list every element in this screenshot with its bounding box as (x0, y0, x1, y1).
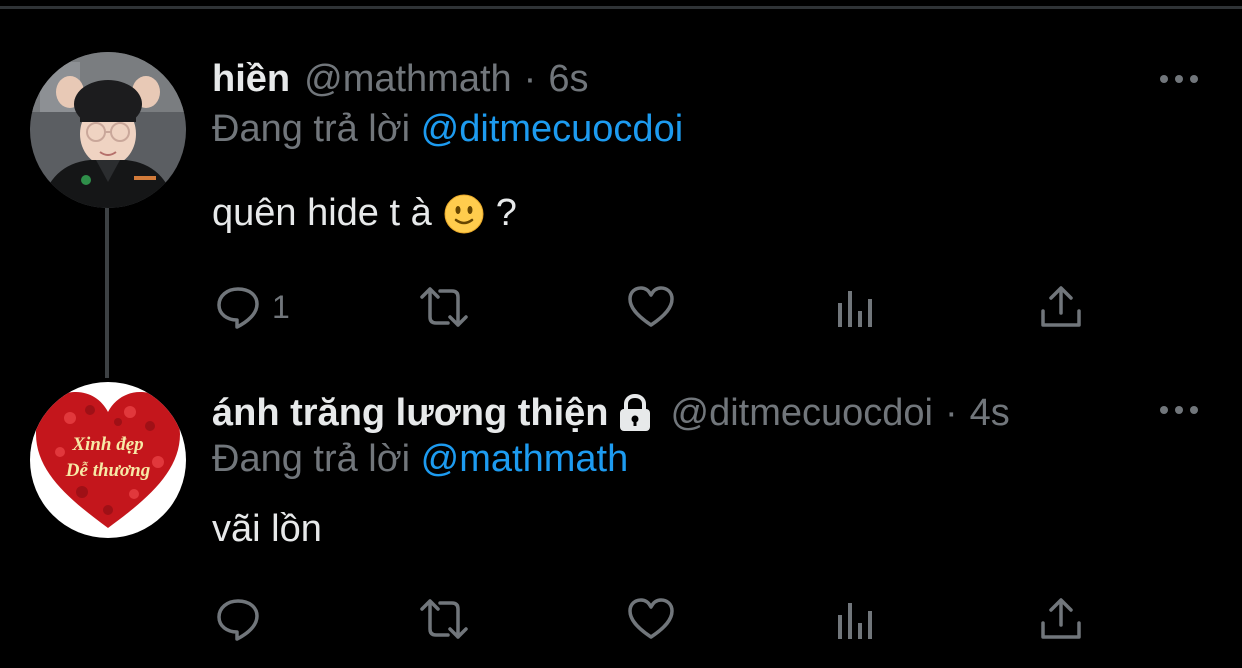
analytics-icon (838, 603, 872, 639)
user-handle[interactable]: @ditmecuocdoi (671, 392, 933, 435)
tweet-text: quên hide t à ? (212, 192, 517, 235)
analytics-icon (838, 291, 872, 327)
share-icon (1041, 286, 1081, 327)
tweet-header: ánh trăng lương thiện @ditmecuocdoi · 4s (212, 388, 1010, 438)
tweet-text-content: vãi lồn (212, 508, 322, 550)
reply-icon (217, 599, 259, 641)
display-name[interactable]: hiền (212, 58, 290, 101)
tweet-actions: 1 (212, 282, 1092, 332)
user-handle[interactable]: @mathmath (304, 58, 512, 101)
avatar-text-line1: Xinh đẹp (71, 434, 143, 455)
heart-icon (628, 598, 674, 639)
reply-icon (217, 287, 259, 329)
share-icon (1041, 598, 1081, 639)
avatar-heart-image: Xinh đẹp Dễ thương (30, 382, 186, 538)
retweet-button[interactable] (416, 282, 472, 332)
more-options-icon[interactable] (1159, 404, 1199, 416)
retweet-icon (420, 287, 468, 327)
like-button[interactable] (626, 594, 676, 644)
top-divider (0, 6, 1242, 9)
replying-to-label: Đang trả lời (212, 108, 411, 150)
replying-to-label: Đang trả lời (212, 438, 411, 480)
reply-button[interactable] (214, 594, 272, 644)
tweet-text-content: quên hide t à (212, 192, 432, 234)
avatar-photo (30, 52, 186, 208)
retweet-button[interactable] (416, 594, 472, 644)
slightly-smiling-face-icon (444, 194, 484, 233)
analytics-button[interactable] (834, 282, 878, 332)
avatar-text-line2: Dễ thương (65, 460, 150, 481)
display-name[interactable]: ánh trăng lương thiện (212, 392, 609, 435)
reply-count: 1 (272, 288, 290, 325)
share-button[interactable] (1038, 282, 1084, 332)
replying-to-line: Đang trả lời @ditmecuocdoi (212, 108, 683, 151)
reply-button[interactable]: 1 (214, 282, 290, 332)
tweet-header: hiền @mathmath · 6s (212, 54, 588, 104)
like-button[interactable] (626, 282, 676, 332)
timestamp[interactable]: 6s (548, 58, 588, 101)
replying-to-line: Đang trả lời @mathmath (212, 438, 628, 481)
mention-link[interactable]: @mathmath (421, 438, 629, 480)
separator-dot: · (523, 57, 537, 100)
mention-link[interactable]: @ditmecuocdoi (421, 108, 683, 150)
analytics-button[interactable] (834, 594, 878, 644)
heart-icon (628, 286, 674, 327)
tweet-text-suffix: ? (495, 192, 517, 234)
retweet-icon (420, 599, 468, 639)
separator-dot: · (945, 391, 958, 434)
share-button[interactable] (1038, 594, 1084, 644)
tweet-text: vãi lồn (212, 508, 322, 551)
more-options-icon[interactable] (1159, 73, 1199, 85)
lock-icon (619, 393, 650, 431)
avatar-anh-trang[interactable]: Xinh đẹp Dễ thương (30, 382, 186, 538)
timestamp[interactable]: 4s (970, 392, 1010, 435)
tweet-actions (212, 594, 1092, 644)
avatar-hien[interactable] (30, 52, 186, 208)
thread-connector-line (105, 208, 109, 378)
